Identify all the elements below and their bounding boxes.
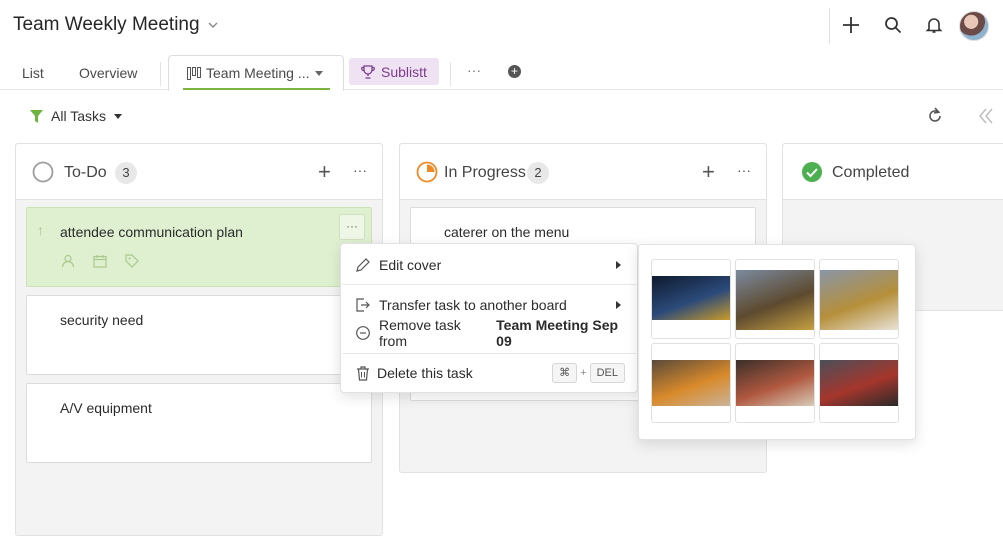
collapse-panel-icon[interactable] bbox=[976, 106, 996, 126]
delete-task-label: Delete this task bbox=[377, 365, 473, 381]
task-card[interactable]: ↑ attendee communication plan ··· bbox=[26, 207, 372, 287]
column-count: 3 bbox=[115, 162, 137, 184]
column-more-button[interactable]: ··· bbox=[737, 162, 751, 178]
add-view-icon[interactable]: + bbox=[508, 65, 521, 78]
tab-divider bbox=[160, 62, 161, 86]
cover-image-red-shrine[interactable] bbox=[819, 343, 899, 423]
filter-label: All Tasks bbox=[51, 108, 106, 124]
shortcut-cmd-key: ⌘ bbox=[552, 363, 578, 383]
priority-up-icon: ↑ bbox=[37, 222, 44, 238]
column-header: In Progress 2 + ··· bbox=[400, 144, 766, 200]
cover-image-preview bbox=[820, 270, 898, 330]
notifications-button[interactable] bbox=[923, 14, 945, 36]
pencil-icon bbox=[356, 258, 370, 272]
remove-task-board-name: Team Meeting Sep 09 bbox=[496, 317, 619, 349]
add-task-button[interactable]: + bbox=[318, 161, 331, 183]
column-title: To-Do bbox=[64, 164, 107, 181]
task-title: caterer on the menu bbox=[444, 224, 570, 240]
remove-task-item[interactable]: Remove task from Team Meeting Sep 09 bbox=[341, 317, 637, 349]
cover-image-preview bbox=[652, 360, 730, 406]
column-count: 2 bbox=[527, 162, 549, 184]
calendar-icon[interactable] bbox=[93, 254, 107, 268]
column-header: Completed bbox=[783, 144, 1003, 200]
column-title: In Progress bbox=[444, 164, 526, 181]
caret-down-icon bbox=[315, 71, 323, 76]
cover-image-pagoda-night[interactable] bbox=[651, 259, 731, 339]
edit-cover-item[interactable]: Edit cover bbox=[341, 253, 637, 277]
cover-image-golden-pavilion[interactable] bbox=[735, 259, 815, 339]
filter-icon bbox=[30, 109, 43, 123]
task-title: security need bbox=[60, 312, 144, 328]
app-header: Team Weekly Meeting bbox=[0, 0, 1003, 52]
menu-divider bbox=[342, 284, 636, 285]
tab-board[interactable]: Team Meeting ... bbox=[168, 55, 344, 91]
page-title-text: Team Weekly Meeting bbox=[13, 14, 200, 35]
add-task-button[interactable]: + bbox=[702, 161, 715, 183]
view-tabs: List Overview Team Meeting ... Sublistt … bbox=[0, 52, 1003, 91]
tab-overview[interactable]: Overview bbox=[79, 65, 137, 81]
caret-down-icon bbox=[113, 113, 122, 119]
assignee-icon[interactable] bbox=[61, 254, 75, 268]
delete-shortcut: ⌘ + DEL bbox=[552, 363, 625, 383]
bell-icon bbox=[925, 18, 943, 33]
task-context-menu: Edit cover Transfer task to another boar… bbox=[340, 243, 638, 393]
column-more-button[interactable]: ··· bbox=[353, 162, 367, 178]
cover-image-preview bbox=[736, 360, 814, 406]
transfer-icon bbox=[356, 298, 370, 312]
page-title[interactable]: Team Weekly Meeting bbox=[13, 14, 218, 36]
task-meta bbox=[61, 254, 139, 268]
transfer-task-label: Transfer task to another board bbox=[379, 297, 567, 313]
status-in-progress-icon bbox=[416, 161, 438, 183]
column-header: To-Do 3 + ··· bbox=[16, 144, 382, 200]
search-button[interactable] bbox=[882, 14, 904, 36]
trophy-icon bbox=[361, 64, 375, 79]
delete-task-item[interactable]: Delete this task ⌘ + DEL bbox=[341, 361, 637, 385]
tab-divider bbox=[450, 62, 451, 86]
status-open-icon bbox=[32, 161, 54, 183]
tab-list[interactable]: List bbox=[22, 65, 44, 81]
plus-icon bbox=[843, 17, 859, 33]
transfer-task-item[interactable]: Transfer task to another board bbox=[341, 293, 637, 317]
search-icon bbox=[885, 17, 902, 34]
trash-icon bbox=[357, 366, 369, 381]
shortcut-plus: + bbox=[580, 367, 587, 379]
column-todo: To-Do 3 + ··· ↑ attendee communication p… bbox=[15, 143, 383, 536]
tag-icon[interactable] bbox=[125, 254, 139, 268]
tab-sublist[interactable]: Sublistt bbox=[349, 58, 439, 85]
tab-sublist-label: Sublistt bbox=[381, 63, 427, 80]
shortcut-del-key: DEL bbox=[589, 363, 625, 383]
refresh-icon[interactable] bbox=[925, 106, 945, 126]
remove-circle-icon bbox=[356, 326, 370, 340]
more-tabs-button[interactable]: ··· bbox=[467, 62, 481, 78]
cover-image-fries[interactable] bbox=[651, 343, 731, 423]
header-divider bbox=[829, 8, 830, 44]
task-title: attendee communication plan bbox=[60, 224, 243, 240]
status-completed-icon bbox=[802, 162, 822, 182]
cover-image-golden-pavilion-ticket[interactable] bbox=[819, 259, 899, 339]
task-options-button[interactable]: ··· bbox=[339, 214, 365, 240]
column-title: Completed bbox=[832, 164, 910, 181]
cover-image-dinner-table[interactable] bbox=[735, 343, 815, 423]
menu-divider bbox=[342, 353, 636, 354]
task-card[interactable]: A/V equipment bbox=[26, 383, 372, 463]
cover-image-preview bbox=[736, 270, 814, 330]
edit-cover-label: Edit cover bbox=[379, 257, 442, 273]
cover-image-preview bbox=[652, 276, 730, 320]
board-icon bbox=[187, 67, 201, 80]
active-tab-underline bbox=[183, 88, 330, 90]
tab-board-label: Team Meeting ... bbox=[206, 65, 310, 81]
cover-image-picker bbox=[638, 244, 916, 440]
avatar[interactable] bbox=[959, 11, 989, 41]
chevron-down-icon bbox=[208, 22, 218, 28]
filter-dropdown[interactable]: All Tasks bbox=[30, 108, 122, 124]
submenu-arrow-icon bbox=[616, 261, 621, 269]
cover-image-preview bbox=[820, 360, 898, 406]
task-card[interactable]: security need bbox=[26, 295, 372, 375]
add-button[interactable] bbox=[840, 14, 862, 36]
remove-task-label: Remove task from bbox=[379, 317, 461, 349]
task-title: A/V equipment bbox=[60, 400, 152, 416]
submenu-arrow-icon bbox=[616, 301, 621, 309]
